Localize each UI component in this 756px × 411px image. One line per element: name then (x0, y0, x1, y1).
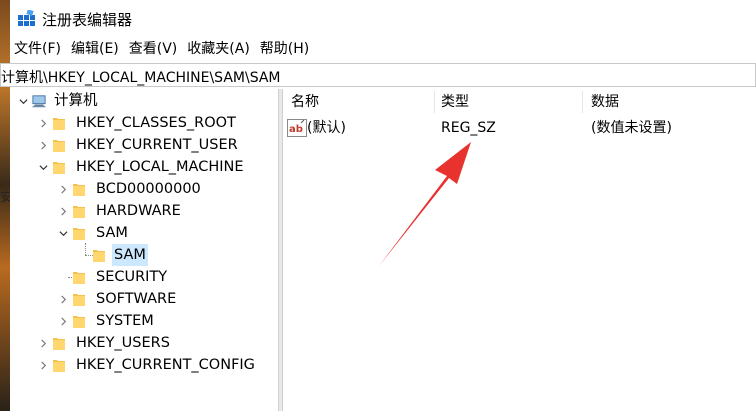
tree-item-sam[interactable]: SAM (56, 222, 130, 244)
menu-edit[interactable]: 编辑(E) (67, 38, 125, 60)
chevron-down-icon[interactable] (16, 90, 30, 112)
tree-item-hkey-current-user[interactable]: HKEY_CURRENT_USER (36, 134, 240, 156)
tree-item-label: HKEY_CLASSES_ROOT (76, 115, 236, 131)
tree-item-label: HKEY_LOCAL_MACHINE (76, 159, 244, 175)
chevron-right-icon[interactable] (56, 200, 70, 222)
value-type: REG_SZ (441, 120, 496, 136)
tree-item-label: SYSTEM (96, 313, 154, 329)
folder-icon (70, 288, 88, 310)
tree-item-hkey-local-machine[interactable]: HKEY_LOCAL_MACHINE (36, 156, 246, 178)
folder-icon (90, 244, 108, 266)
chevron-right-icon[interactable] (56, 178, 70, 200)
folder-icon (50, 354, 68, 376)
menu-favorites[interactable]: 收藏夹(A) (183, 38, 256, 60)
window-title: 注册表编辑器 (42, 11, 133, 29)
tree-item-label: 计算机 (54, 93, 98, 109)
values-list-pane[interactable]: 名称 类型 数据 ab (默认) REG_SZ (数值未设置) (283, 89, 756, 411)
value-data: (数值未设置) (591, 120, 672, 136)
tree-item-label: SECURITY (96, 269, 168, 285)
tree-connector-line (85, 243, 86, 255)
regedit-icon (18, 10, 35, 26)
regedit-window: 注册表编辑器 文件(F) 编辑(E) 查看(V) 收藏夹(A) 帮助(H) 计算… (0, 0, 756, 411)
column-header-type[interactable]: 类型 (435, 89, 469, 115)
value-name: (默认) (307, 120, 346, 136)
tree-item-label: HKEY_CURRENT_CONFIG (76, 357, 255, 373)
tree-item-computer[interactable]: 计算机 (16, 90, 100, 112)
folder-icon (70, 200, 88, 222)
tree-item-hardware[interactable]: HARDWARE (56, 200, 183, 222)
column-header-name[interactable]: 名称 (285, 89, 319, 115)
tree-item-label-selected: SAM (112, 244, 148, 266)
tree-item-label: SOFTWARE (96, 291, 177, 307)
desktop-text-fragment: 安 (0, 190, 10, 204)
desktop-background-strip: a 安 (0, 0, 10, 411)
menu-bar: 文件(F) 编辑(E) 查看(V) 收藏夹(A) 帮助(H) (10, 38, 315, 60)
tree-item-label: BCD00000000 (96, 181, 201, 197)
folder-icon (50, 332, 68, 354)
chevron-right-icon[interactable] (36, 134, 50, 156)
column-header-data[interactable]: 数据 (585, 89, 619, 115)
computer-icon (30, 90, 48, 112)
tree-item-label: HKEY_USERS (76, 335, 170, 351)
tree-item-sam-child[interactable]: SAM (90, 244, 148, 266)
tree-item-bcd[interactable]: BCD00000000 (56, 178, 203, 200)
folder-icon (70, 310, 88, 332)
folder-icon (70, 178, 88, 200)
menu-help[interactable]: 帮助(H) (256, 38, 315, 60)
chevron-right-icon[interactable] (36, 354, 50, 376)
chevron-down-icon[interactable] (36, 156, 50, 178)
chevron-right-icon[interactable] (56, 310, 70, 332)
chevron-right-icon[interactable] (36, 112, 50, 134)
value-row[interactable]: ab (默认) REG_SZ (数值未设置) (287, 117, 747, 139)
tree-item-security[interactable]: SECURITY (70, 266, 169, 288)
tree-item-hkey-users[interactable]: HKEY_USERS (36, 332, 172, 354)
menu-file[interactable]: 文件(F) (10, 38, 67, 60)
tree-item-label: HKEY_CURRENT_USER (76, 137, 238, 153)
tree-item-hkey-current-config[interactable]: HKEY_CURRENT_CONFIG (36, 354, 257, 376)
folder-icon (50, 134, 68, 156)
chevron-right-icon[interactable] (36, 332, 50, 354)
column-divider[interactable] (582, 91, 583, 113)
menu-view[interactable]: 查看(V) (125, 38, 184, 60)
folder-icon (70, 266, 88, 288)
chevron-right-icon[interactable] (56, 288, 70, 310)
chevron-down-icon[interactable] (56, 222, 70, 244)
folder-icon (50, 156, 68, 178)
address-bar[interactable]: 计算机\HKEY_LOCAL_MACHINE\SAM\SAM (0, 63, 756, 87)
tree-item-label: SAM (96, 225, 128, 241)
svg-text:ab: ab (289, 124, 303, 135)
tree-item-hkey-classes-root[interactable]: HKEY_CLASSES_ROOT (36, 112, 238, 134)
folder-icon (50, 112, 68, 134)
string-value-icon: ab (287, 119, 307, 137)
folder-icon (70, 222, 88, 244)
tree-item-label: HARDWARE (96, 203, 181, 219)
address-path[interactable]: 计算机\HKEY_LOCAL_MACHINE\SAM\SAM (1, 67, 281, 87)
key-tree-pane[interactable]: 计算机 HKEY_CLASSES_ROOT HKEY_CURRENT_USER … (10, 89, 278, 411)
tree-item-software[interactable]: SOFTWARE (56, 288, 178, 310)
title-bar[interactable]: 注册表编辑器 (10, 0, 756, 36)
tree-item-system[interactable]: SYSTEM (56, 310, 156, 332)
